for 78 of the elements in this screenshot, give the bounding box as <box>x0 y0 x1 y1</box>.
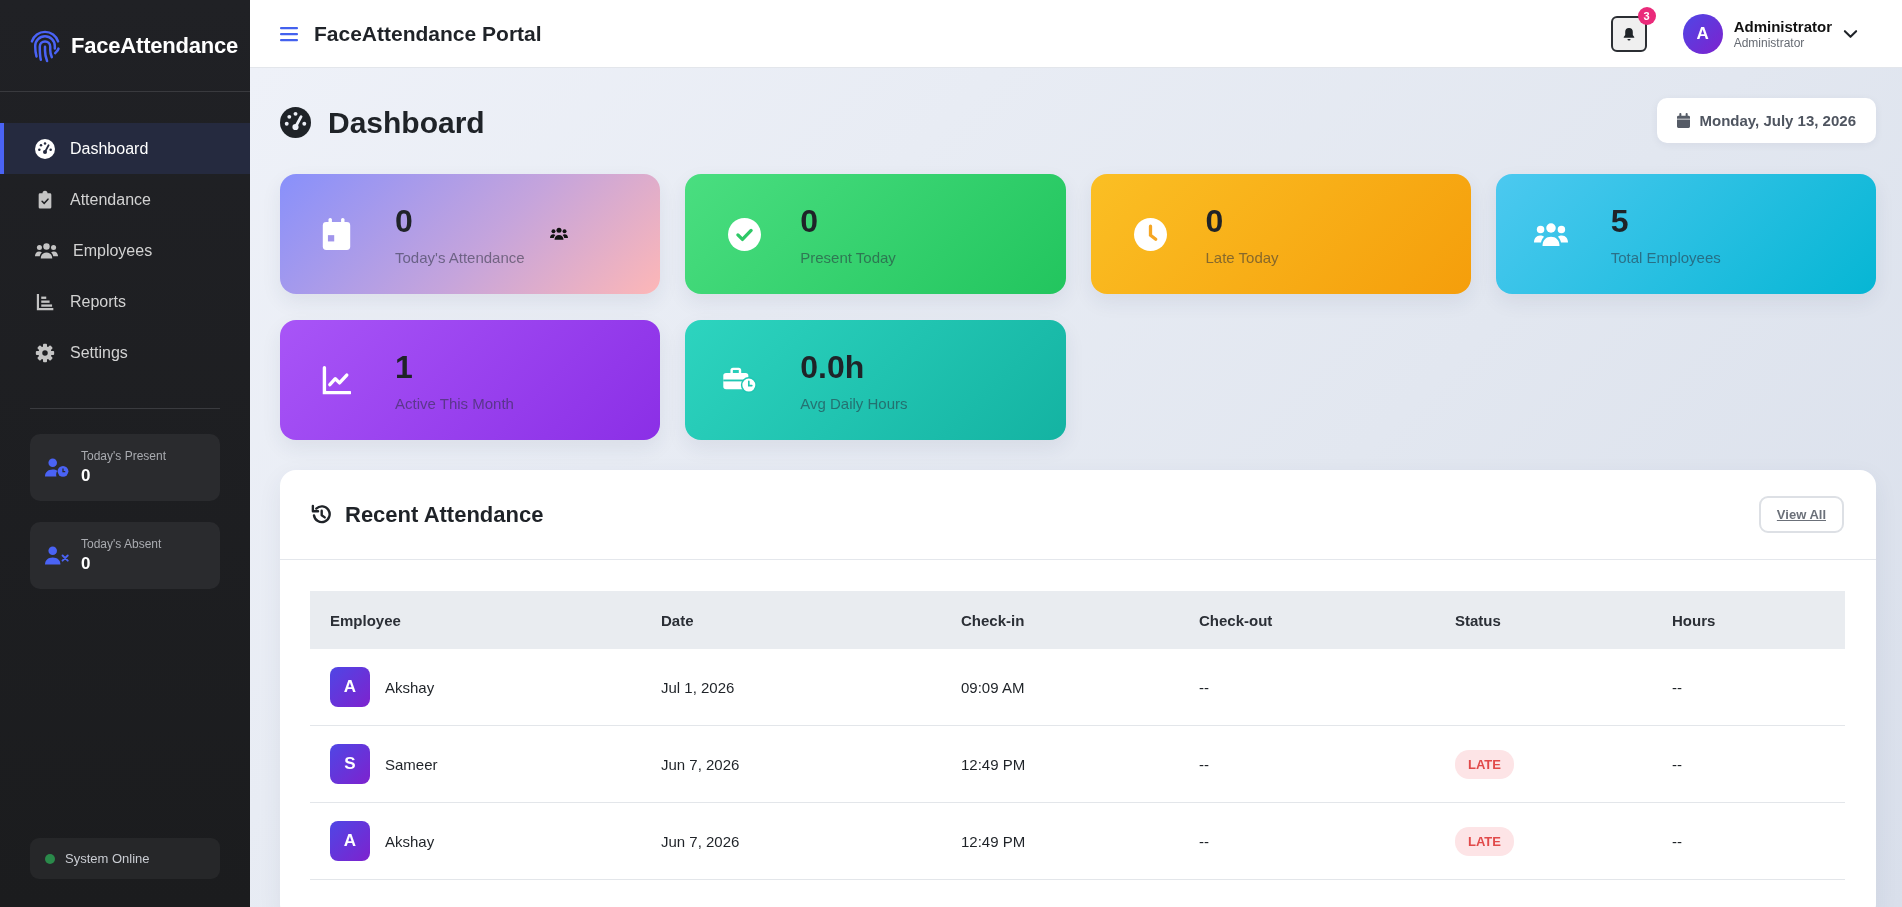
users-icon <box>1533 221 1568 247</box>
settings-icon <box>35 342 55 363</box>
check-circle-icon <box>728 217 762 251</box>
stat-value: 0 <box>1205 202 1225 240</box>
stat-value: 0.0h <box>800 348 866 386</box>
stat-label: Total Employees <box>1610 249 1721 266</box>
panel-title: Recent Attendance <box>345 501 544 528</box>
view-all-button[interactable]: View All <box>1758 496 1844 533</box>
user-avatar[interactable]: A <box>1682 13 1723 54</box>
stat-value: 0 <box>395 202 414 240</box>
clock-icon <box>1133 217 1167 251</box>
user-clock-icon <box>45 458 69 477</box>
users-icon <box>35 242 58 259</box>
column-header: Check-in <box>941 591 1179 649</box>
stat-label: Active This Month <box>395 395 514 412</box>
stat-value: 1 <box>395 348 414 386</box>
employee-name: Akshay <box>385 832 435 850</box>
line-chart-icon <box>322 365 351 395</box>
table-cell: -- <box>1652 649 1845 726</box>
employee-avatar: S <box>330 744 370 784</box>
column-header: Check-out <box>1179 591 1435 649</box>
brand-name: FaceAttendance <box>71 32 239 59</box>
quick-stat-label: Today's Present <box>81 449 166 463</box>
quick-stat-value: 0 <box>81 466 92 486</box>
nav-item[interactable]: Attendance <box>0 174 250 225</box>
employee-avatar: A <box>330 667 370 707</box>
stat-value: 0 <box>800 202 820 240</box>
stat-label: Avg Daily Hours <box>800 395 908 412</box>
table-cell: 12:49 PM <box>941 725 1179 803</box>
table-cell: Jun 7, 2026 <box>641 725 941 803</box>
table-cell: 09:09 AM <box>941 649 1179 726</box>
page-title: Dashboard <box>328 105 485 140</box>
nav-item[interactable]: Dashboard <box>0 123 250 174</box>
date-text: Monday, July 13, 2026 <box>1699 112 1856 129</box>
calendar-icon <box>1676 113 1690 128</box>
employee-name: Akshay <box>385 678 435 696</box>
column-header: Status <box>1435 591 1652 649</box>
status-text: System Online <box>65 851 150 866</box>
bell-icon <box>1621 26 1636 41</box>
stat-label: Late Today <box>1205 249 1279 266</box>
dashboard-gauge-icon <box>35 138 55 159</box>
employee-avatar: A <box>330 821 370 861</box>
quick-stat-label: Today's Absent <box>81 537 162 551</box>
table-cell: -- <box>1179 649 1435 726</box>
table-cell: Jun 7, 2026 <box>641 802 941 880</box>
menu-icon[interactable] <box>280 25 298 42</box>
status-badge: LATE <box>1455 749 1514 779</box>
status-badge: LATE <box>1455 826 1514 856</box>
users-icon <box>550 227 568 240</box>
table-cell: -- <box>1179 725 1435 803</box>
column-header: Hours <box>1652 591 1845 649</box>
briefcase-clock-icon <box>723 367 758 393</box>
stat-label: Today's Attendance <box>395 249 525 266</box>
nav-item[interactable]: Employees <box>0 225 250 276</box>
user-name: Administrator <box>1733 17 1832 35</box>
table-cell: Jul 1, 2026 <box>641 649 941 726</box>
dashboard-gauge-icon <box>280 107 311 138</box>
quick-stat-value: 0 <box>81 554 92 574</box>
nav-item[interactable]: Reports <box>0 276 250 327</box>
history-icon <box>310 503 333 526</box>
user-x-icon <box>45 546 69 565</box>
table-cell: -- <box>1652 725 1845 803</box>
table-cell: -- <box>1179 802 1435 880</box>
column-header: Employee <box>310 591 641 649</box>
employee-name: Sameer <box>385 755 438 773</box>
portal-title: FaceAttendance Portal <box>314 21 542 46</box>
chevron-down-icon[interactable] <box>1843 28 1858 39</box>
column-header: Date <box>641 591 941 649</box>
user-role: Administrator <box>1733 35 1806 50</box>
table-cell: 12:49 PM <box>941 802 1179 880</box>
nav-item[interactable]: Settings <box>0 327 250 378</box>
calendar-icon <box>322 218 351 250</box>
notification-count-badge: 3 <box>1637 6 1656 25</box>
stat-label: Present Today <box>800 249 896 266</box>
stat-value: 5 <box>1610 202 1630 240</box>
bar-chart-icon <box>35 291 55 312</box>
fingerprint-icon <box>29 28 61 63</box>
table-cell: -- <box>1652 802 1845 880</box>
